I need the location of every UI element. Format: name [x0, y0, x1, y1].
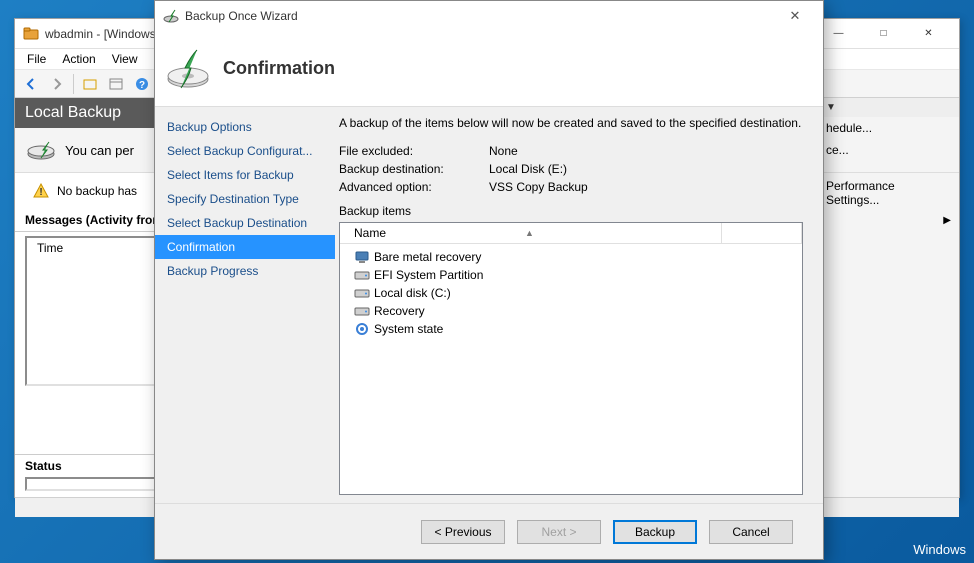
wizard-icon [163, 8, 179, 24]
backup-items-list: Name ▲ Bare metal recovery EFI System Par… [339, 222, 803, 495]
wizard-step-1[interactable]: Select Backup Configurat... [155, 139, 335, 163]
kv-advanced-option: Advanced option: VSS Copy Backup [339, 180, 803, 194]
wizard-intro: A backup of the items below will now be … [339, 115, 803, 132]
backup-items-header: Name ▲ [340, 223, 802, 244]
separator [73, 74, 74, 94]
menu-view[interactable]: View [104, 50, 146, 68]
file-excluded-label: File excluded: [339, 144, 489, 158]
advanced-option-label: Advanced option: [339, 180, 489, 194]
action-more[interactable]: ▶ [818, 211, 959, 230]
wizard-step-2[interactable]: Select Items for Backup [155, 163, 335, 187]
wizard-content: A backup of the items below will now be … [335, 107, 823, 503]
wizard-big-icon [163, 44, 213, 94]
maximize-button[interactable]: □ [861, 20, 906, 48]
name-column-header[interactable]: Name ▲ [340, 223, 722, 243]
wizard-header: Confirmation [155, 31, 823, 107]
backup-item-label: System state [374, 322, 443, 336]
backup-item-row[interactable]: Recovery [340, 302, 802, 320]
kv-backup-dest: Backup destination: Local Disk (E:) [339, 162, 803, 176]
actions-pane-header: ▼ [818, 98, 959, 117]
previous-button[interactable]: < Previous [421, 520, 505, 544]
backup-item-label: Bare metal recovery [374, 250, 481, 264]
no-backup-text: No backup has [57, 184, 137, 198]
action-schedule[interactable]: hedule... [818, 117, 959, 139]
backup-button[interactable]: Backup [613, 520, 697, 544]
wizard-step-4[interactable]: Select Backup Destination [155, 211, 335, 235]
wizard-title: Backup Once Wizard [185, 9, 298, 23]
svg-text:!: ! [39, 187, 42, 198]
backup-item-label: Local disk (C:) [374, 286, 451, 300]
wizard-footer: < Previous Next > Backup Cancel [155, 503, 823, 559]
wizard-close-button[interactable]: ✕ [775, 3, 815, 29]
subheader-text: You can per [65, 143, 134, 158]
backup-item-row[interactable]: Bare metal recovery [340, 248, 802, 266]
backup-dest-label: Backup destination: [339, 162, 489, 176]
window-title: wbadmin - [Windows [45, 27, 156, 41]
wizard-nav: Backup OptionsSelect Backup Configurat..… [155, 107, 335, 503]
action-performance-settings[interactable]: Performance Settings... [818, 175, 959, 211]
backup-items-label: Backup items [339, 204, 803, 218]
tb-help-button[interactable]: ? [130, 73, 154, 95]
advanced-option-value: VSS Copy Backup [489, 180, 588, 194]
drive-icon [354, 285, 370, 301]
backup-item-label: EFI System Partition [374, 268, 483, 282]
wizard-page-title: Confirmation [223, 58, 335, 79]
drive-icon [354, 303, 370, 319]
drive-icon [354, 267, 370, 283]
gear-icon [354, 321, 370, 337]
backup-drive-icon [25, 134, 57, 166]
svg-text:?: ? [139, 80, 145, 91]
backup-item-row[interactable]: System state [340, 320, 802, 338]
backup-once-wizard: Backup Once Wizard ✕ Confirmation Backup… [154, 0, 824, 560]
app-icon [23, 26, 39, 42]
file-excluded-value: None [489, 144, 518, 158]
menu-action[interactable]: Action [54, 50, 103, 68]
cancel-button[interactable]: Cancel [709, 520, 793, 544]
backup-item-row[interactable]: EFI System Partition [340, 266, 802, 284]
sort-asc-icon: ▲ [525, 228, 534, 238]
backup-item-label: Recovery [374, 304, 425, 318]
close-button[interactable]: ✕ [906, 20, 951, 48]
window-controls: — □ ✕ [816, 20, 951, 48]
actions-pane: ▼ hedule... ce... Performance Settings..… [817, 98, 959, 497]
tb-btn-1[interactable] [78, 73, 102, 95]
backup-dest-value: Local Disk (E:) [489, 162, 567, 176]
menu-file[interactable]: File [19, 50, 54, 68]
tb-btn-2[interactable] [104, 73, 128, 95]
computer-icon [354, 249, 370, 265]
chevron-right-icon: ▶ [943, 215, 951, 226]
forward-button[interactable] [45, 73, 69, 95]
wizard-step-6[interactable]: Backup Progress [155, 259, 335, 283]
kv-file-excluded: File excluded: None [339, 144, 803, 158]
action-once[interactable]: ce... [818, 139, 959, 161]
empty-column-header[interactable] [722, 223, 802, 243]
separator [818, 163, 959, 173]
wizard-step-0[interactable]: Backup Options [155, 115, 335, 139]
warning-icon: ! [33, 183, 49, 199]
backup-items-rows: Bare metal recovery EFI System Partition L… [340, 244, 802, 342]
backup-item-row[interactable]: Local disk (C:) [340, 284, 802, 302]
watermark: Windows [913, 542, 966, 557]
next-button: Next > [517, 520, 601, 544]
wizard-body: Backup OptionsSelect Backup Configurat..… [155, 107, 823, 503]
back-button[interactable] [19, 73, 43, 95]
chevron-down-icon[interactable]: ▼ [826, 102, 836, 113]
wizard-titlebar[interactable]: Backup Once Wizard ✕ [155, 1, 823, 31]
wizard-step-5: Confirmation [155, 235, 335, 259]
wizard-step-3[interactable]: Specify Destination Type [155, 187, 335, 211]
